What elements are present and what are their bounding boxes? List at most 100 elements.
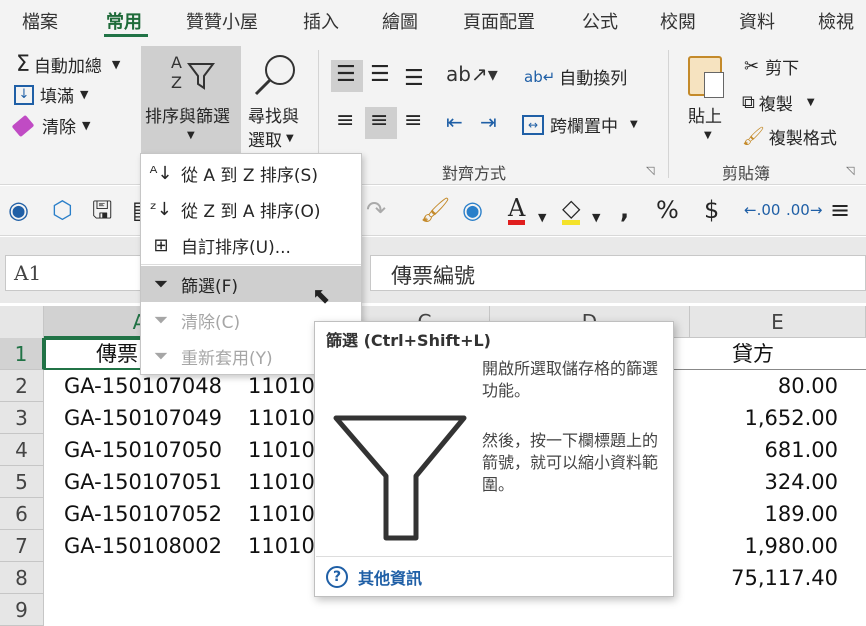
row-header-9[interactable]: 9: [0, 594, 44, 626]
font-color-icon[interactable]: A: [508, 196, 526, 225]
find-select-label-1: 尋找與: [248, 107, 299, 127]
tooltip-description-2: 然後，按一下欄標題上的箭號，就可以縮小資料範圍。: [482, 431, 659, 494]
cell-b3[interactable]: 11010: [248, 402, 315, 434]
cell-b6[interactable]: 11010: [248, 498, 315, 530]
cut-button[interactable]: ✂ 剪下: [744, 54, 799, 79]
percent-icon[interactable]: %: [656, 196, 679, 224]
tab-file[interactable]: 檔案: [22, 8, 58, 34]
row-header-2[interactable]: 2: [0, 370, 44, 402]
align-icon[interactable]: ≡: [830, 196, 850, 224]
column-header-e[interactable]: E: [690, 306, 866, 338]
cell-a1[interactable]: 傳票: [96, 338, 138, 370]
cell-a5[interactable]: GA-150107051: [64, 466, 222, 498]
tab-page-layout[interactable]: 頁面配置: [463, 8, 535, 34]
chevron-down-icon[interactable]: ▼: [538, 204, 546, 232]
redo-icon[interactable]: ↷: [366, 196, 386, 224]
fill-button[interactable]: ↓ 填滿 ▼: [14, 82, 88, 107]
menu-item-clear-label: 清除(C): [181, 312, 241, 333]
tab-review[interactable]: 校閱: [660, 8, 696, 34]
group-divider: [668, 50, 669, 178]
chevron-down-icon[interactable]: ▼: [592, 204, 600, 232]
align-bottom-icon[interactable]: ☰: [404, 68, 424, 90]
dialog-launcher-icon[interactable]: ◹: [646, 164, 654, 177]
cell-e3[interactable]: 1,652.00: [690, 402, 838, 434]
cell-a6[interactable]: GA-150107052: [64, 498, 222, 530]
cell-e7[interactable]: 1,980.00: [690, 530, 838, 562]
menu-item-sort-az-label: 從 A 到 Z 排序(S): [181, 165, 318, 186]
autosum-label: 自動加總: [33, 57, 102, 77]
align-top-icon: ☰: [336, 62, 356, 87]
select-all-corner[interactable]: [0, 306, 44, 338]
cell-e8[interactable]: 75,117.40: [690, 562, 838, 594]
formula-input[interactable]: 傳票編號: [370, 255, 866, 291]
sigma-icon: Σ: [16, 52, 30, 77]
merge-center-button[interactable]: ↔ 跨欄置中 ▼: [522, 112, 638, 137]
tab-draw[interactable]: 繪圖: [382, 8, 418, 34]
cell-a7[interactable]: GA-150108002: [64, 530, 222, 562]
copy-button[interactable]: ⧉ 複製 ▼: [742, 90, 815, 115]
menu-item-custom-sort-label: 自訂排序(U)...: [181, 237, 291, 258]
magnifier-icon: [250, 50, 300, 104]
currency-icon[interactable]: $: [704, 196, 719, 224]
paint-icon[interactable]: 🖌: [420, 196, 450, 224]
menu-item-sort-az[interactable]: ᴬ↓ 從 A 到 Z 排序(S): [141, 155, 361, 191]
sort-filter-button[interactable]: AZ 排序與篩選 ▼: [141, 46, 241, 154]
decrease-decimal-icon[interactable]: .00→: [786, 196, 822, 224]
align-left-icon[interactable]: ≡: [336, 110, 354, 132]
dialog-launcher-icon[interactable]: ◹: [846, 164, 854, 177]
format-painter-button[interactable]: 🖌 複製格式: [742, 124, 837, 149]
comma-style-icon[interactable]: ,: [620, 196, 629, 224]
circle-icon[interactable]: ◉: [8, 196, 29, 224]
globe-icon[interactable]: ◉: [462, 196, 483, 224]
cell-e1[interactable]: 貸方: [732, 338, 774, 370]
clear-button[interactable]: 清除 ▼: [11, 113, 91, 138]
menu-item-sort-za[interactable]: ᶻ↓ 從 Z 到 A 排序(O): [141, 191, 361, 227]
menu-item-custom-sort[interactable]: ⊞ 自訂排序(U)...: [141, 227, 361, 263]
orientation-icon[interactable]: ab↗▾: [446, 62, 498, 86]
align-right-icon[interactable]: ≡: [404, 110, 422, 132]
tab-custom[interactable]: 贊贊小屋: [186, 8, 258, 34]
cell-e6[interactable]: 189.00: [690, 498, 838, 530]
tab-data[interactable]: 資料: [739, 8, 775, 34]
tab-formulas[interactable]: 公式: [582, 8, 618, 34]
cell-e2[interactable]: 80.00: [690, 370, 838, 402]
format-painter-label: 複製格式: [768, 129, 837, 149]
row-header-7[interactable]: 7: [0, 530, 44, 562]
autosum-button[interactable]: Σ 自動加總 ▼: [16, 52, 120, 77]
wrap-text-label: 自動換列: [559, 69, 628, 89]
tab-home[interactable]: 常用: [106, 8, 142, 34]
menu-divider: [141, 264, 361, 265]
find-select-button[interactable]: 尋找與 選取 ▼: [244, 48, 314, 151]
cell-b7[interactable]: 11010: [248, 530, 315, 562]
increase-indent-icon[interactable]: ⇥: [480, 110, 497, 134]
tab-insert[interactable]: 插入: [303, 8, 339, 34]
cube-icon[interactable]: ⬡: [52, 196, 73, 224]
cell-e4[interactable]: 681.00: [690, 434, 838, 466]
cell-e5[interactable]: 324.00: [690, 466, 838, 498]
row-header-3[interactable]: 3: [0, 402, 44, 434]
row-header-5[interactable]: 5: [0, 466, 44, 498]
fill-color-icon[interactable]: ◇: [562, 196, 581, 225]
row-header-8[interactable]: 8: [0, 562, 44, 594]
wrap-text-icon: ab↵: [524, 67, 556, 86]
group-label-clipboard: 剪貼簿: [722, 164, 771, 183]
chevron-down-icon: ▼: [82, 119, 91, 132]
tooltip-more-info-link[interactable]: ? 其他資訊: [326, 565, 422, 589]
tooltip-description-1: 開啟所選取儲存格的篩選功能。: [482, 359, 659, 400]
align-middle-icon[interactable]: ☰: [370, 64, 390, 86]
decrease-indent-icon[interactable]: ⇤: [446, 110, 463, 134]
wrap-text-button[interactable]: ab↵ 自動換列: [524, 64, 628, 90]
cell-a3[interactable]: GA-150107049: [64, 402, 222, 434]
cell-a4[interactable]: GA-150107050: [64, 434, 222, 466]
paste-button[interactable]: 貼上 ▼: [684, 50, 736, 150]
save-edit-icon[interactable]: 🖫: [92, 196, 112, 224]
cell-b4[interactable]: 11010: [248, 434, 315, 466]
tab-view[interactable]: 檢視: [818, 8, 854, 34]
row-header-1[interactable]: 1: [0, 338, 44, 370]
chevron-down-icon: ▼: [187, 130, 195, 141]
merge-center-label: 跨欄置中: [550, 117, 618, 137]
cell-b5[interactable]: 11010: [248, 466, 315, 498]
row-header-4[interactable]: 4: [0, 434, 44, 466]
row-header-6[interactable]: 6: [0, 498, 44, 530]
increase-decimal-icon[interactable]: ←.00: [744, 196, 780, 224]
